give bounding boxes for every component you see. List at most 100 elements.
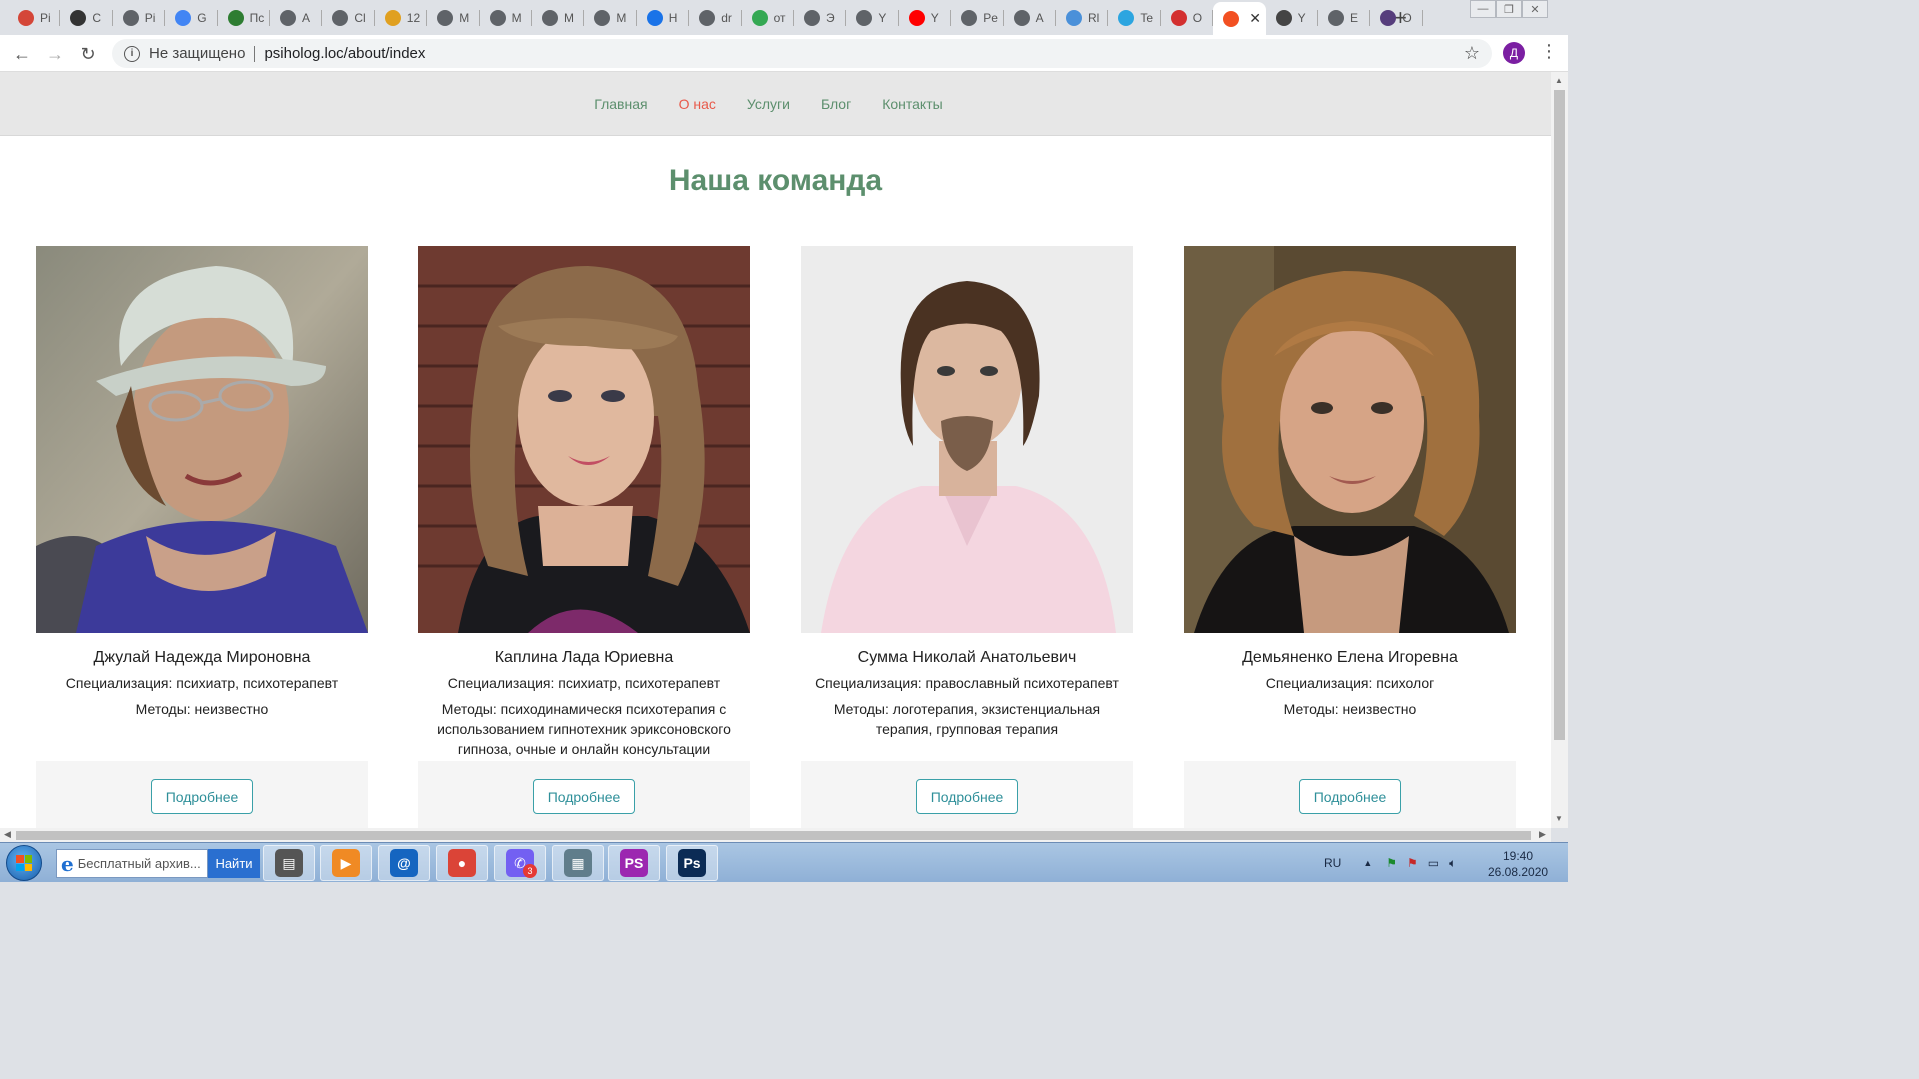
browser-tab[interactable]: Cl	[322, 4, 375, 31]
search-button[interactable]: Найти	[208, 849, 260, 878]
close-tab-icon[interactable]: ✕	[1249, 10, 1261, 27]
printer-app-icon: ▤	[275, 849, 303, 877]
tab-title: от	[773, 10, 786, 25]
media-player-icon: ▶	[332, 849, 360, 877]
browser-tab[interactable]: от	[742, 4, 794, 31]
nav-link-services[interactable]: Услуги	[747, 96, 790, 112]
telegram-icon	[1118, 9, 1135, 26]
browser-tab[interactable]: A	[270, 4, 323, 31]
man-pink-shirt-photo	[801, 246, 1133, 633]
browser-tab[interactable]: O	[1370, 4, 1423, 31]
card-footer: Подробнее	[1184, 761, 1516, 828]
browser-tab[interactable]: E	[1318, 4, 1371, 31]
more-button[interactable]: Подробнее	[532, 779, 636, 814]
browser-tab[interactable]: ✕	[1213, 2, 1266, 35]
mail-agent-taskbar-button[interactable]: @	[378, 845, 430, 881]
browser-tab[interactable]: M	[480, 4, 532, 31]
clock[interactable]: 19:40 26.08.2020	[1488, 848, 1548, 880]
globe-icon	[804, 9, 820, 26]
profile-avatar[interactable]: Д	[1503, 42, 1525, 64]
browser-tab[interactable]: 12	[375, 4, 428, 31]
browser-tab[interactable]: Y	[899, 4, 952, 31]
nav-link-about[interactable]: О нас	[679, 96, 716, 112]
printer-app-taskbar-button[interactable]: ▤	[263, 845, 315, 881]
phpstorm-taskbar-button[interactable]: PS	[608, 845, 660, 881]
browser-tab[interactable]: Pi	[8, 4, 61, 31]
browser-tab[interactable]: Pe	[951, 4, 1004, 31]
globe-icon	[594, 9, 611, 26]
volume-icon[interactable]: 🔈︎	[1449, 856, 1456, 871]
info-icon[interactable]: i	[124, 45, 140, 62]
browser-tab[interactable]: Te	[1108, 4, 1161, 31]
scroll-left-arrow-icon[interactable]: ◀	[4, 829, 11, 840]
globe-icon	[437, 9, 454, 26]
browser-tab[interactable]: M	[427, 4, 480, 31]
browser-tab[interactable]: G	[165, 4, 218, 31]
member-specialization: Специализация: психиатр, психотерапевт	[65, 675, 339, 691]
nav-link-blog[interactable]: Блог	[821, 96, 851, 112]
close-window-icon[interactable]: ✕	[1522, 0, 1548, 18]
viber-taskbar-button[interactable]: ✆ 3	[494, 845, 546, 881]
globe-icon	[856, 9, 873, 26]
bookmark-star-icon[interactable]: ☆	[1464, 43, 1480, 64]
clock-time: 19:40	[1502, 849, 1534, 863]
browser-tab[interactable]: C	[60, 4, 113, 31]
browser-tab[interactable]: dr	[689, 4, 742, 31]
calculator-taskbar-button[interactable]: ▦	[552, 845, 604, 881]
tab-title: M	[564, 10, 574, 25]
menu-dots-icon[interactable]: ⋮	[1540, 42, 1558, 60]
display-icon[interactable]: ▭	[1428, 856, 1439, 870]
nav-link-contacts[interactable]: Контакты	[882, 96, 942, 112]
start-button[interactable]	[6, 845, 42, 881]
tab-title: A	[1035, 10, 1044, 25]
browser-tab[interactable]: Y	[846, 4, 899, 31]
chrome-taskbar-button[interactable]: ●	[436, 845, 488, 881]
tab-title: Y	[1297, 10, 1306, 25]
vertical-scrollbar[interactable]: ▲ ▼	[1551, 72, 1568, 828]
tab-title: E	[1350, 10, 1359, 25]
browser-tab[interactable]: A	[1004, 4, 1056, 31]
member-specialization: Специализация: психолог	[1265, 675, 1435, 691]
browser-tab[interactable]: M	[584, 4, 637, 31]
page-title: Наша команда	[668, 164, 883, 197]
photoshop-taskbar-button[interactable]: Ps	[666, 845, 718, 881]
url-text[interactable]: psiholog.loc/about/index	[264, 45, 425, 62]
security-label: Не защищено	[149, 45, 246, 62]
nav-link-home[interactable]: Главная	[594, 96, 647, 112]
site-navbar: Главная О нас Услуги Блог Контакты	[0, 72, 1551, 136]
flag-icon[interactable]: ⚑	[1386, 856, 1397, 870]
browser-tab[interactable]: O	[1161, 4, 1214, 31]
back-arrow-icon[interactable]: ←	[10, 42, 34, 66]
more-button[interactable]: Подробнее	[915, 779, 1019, 814]
network-error-icon[interactable]: ⚑	[1407, 856, 1418, 870]
browser-tab[interactable]: M	[532, 4, 585, 31]
phpstorm-icon: PS	[620, 849, 648, 877]
more-button[interactable]: Подробнее	[1298, 779, 1402, 814]
scroll-down-arrow-icon[interactable]: ▼	[1555, 814, 1563, 823]
scroll-right-arrow-icon[interactable]: ▶	[1539, 829, 1546, 840]
language-indicator[interactable]: RU	[1324, 856, 1341, 870]
m-logo-icon	[227, 9, 244, 26]
scroll-up-arrow-icon[interactable]: ▲	[1555, 76, 1563, 85]
browser-tab[interactable]: Пc	[218, 4, 270, 31]
tray-expand-icon[interactable]: ▲	[1363, 858, 1372, 868]
minimize-icon[interactable]: —	[1470, 0, 1496, 18]
restore-icon[interactable]: ❐	[1496, 0, 1522, 18]
woman-curly-hair-photo	[1184, 246, 1516, 633]
browser-tab[interactable]: H	[637, 4, 690, 31]
forward-arrow-icon[interactable]: →	[43, 42, 67, 66]
tab-separator	[1421, 10, 1423, 26]
tab-title: H	[668, 10, 678, 25]
scroll-thumb[interactable]	[16, 831, 1531, 840]
browser-tab[interactable]: Э	[794, 4, 847, 31]
taskbar-search-input[interactable]: e Бесплатный архив...	[56, 849, 208, 878]
horizontal-scrollbar[interactable]: ◀ ▶	[0, 828, 1551, 842]
reload-icon[interactable]: ↻	[76, 42, 100, 66]
more-button[interactable]: Подробнее	[150, 779, 254, 814]
browser-tab[interactable]: Y	[1266, 4, 1318, 31]
browser-tab[interactable]: Pi	[113, 4, 166, 31]
address-bar[interactable]: i Не защищено psiholog.loc/about/index ☆	[112, 39, 1492, 68]
media-player-taskbar-button[interactable]: ▶	[320, 845, 372, 881]
scroll-thumb[interactable]	[1554, 90, 1565, 740]
browser-tab[interactable]: Rl	[1056, 4, 1109, 31]
